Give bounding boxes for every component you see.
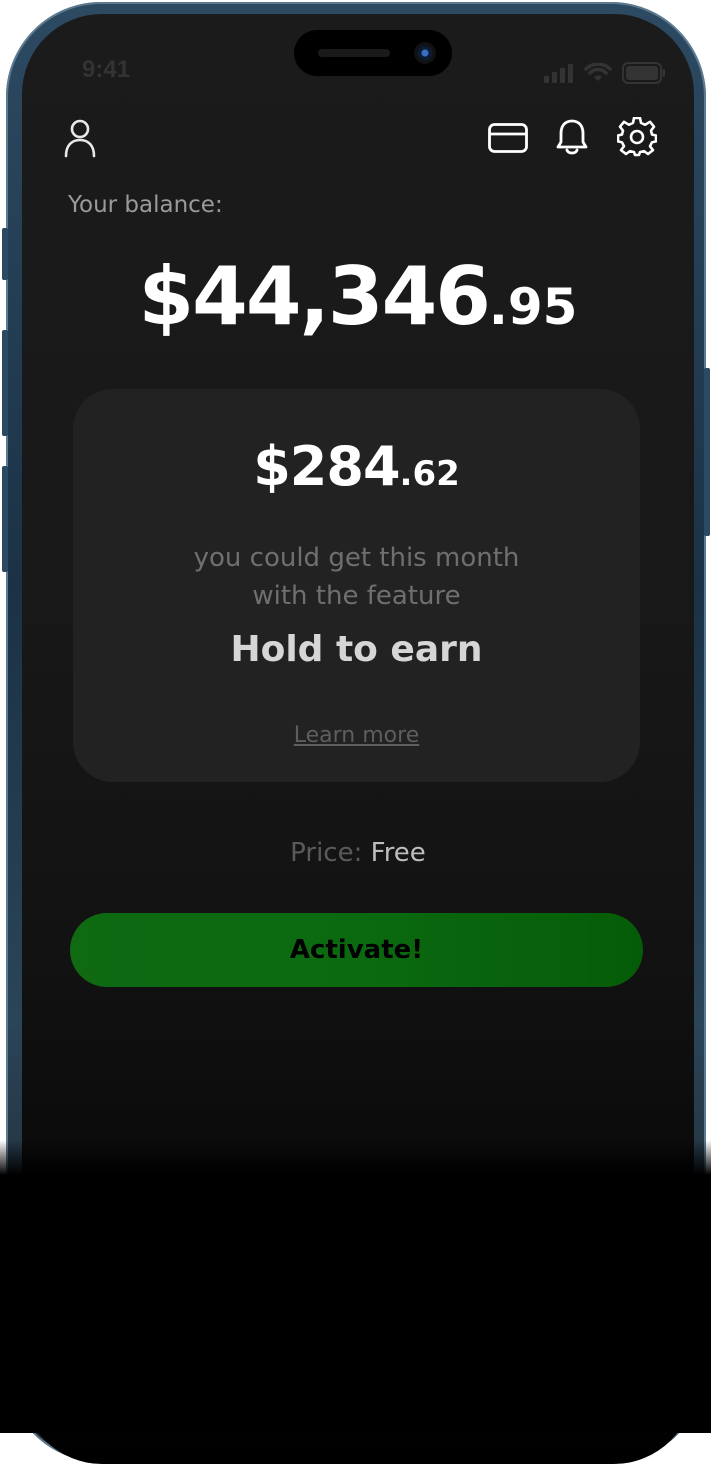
volume-up-button [2, 330, 8, 436]
volume-down-button [2, 466, 8, 572]
gear-icon [617, 117, 657, 157]
settings-button[interactable] [614, 114, 660, 160]
bottom-fade [0, 1140, 711, 1433]
earnings-main: $284 [253, 435, 400, 498]
dynamic-island [294, 30, 452, 76]
user-icon [64, 119, 96, 158]
action-button [2, 228, 8, 280]
price-label: Price: [290, 838, 363, 868]
earnings-promo-card: $284.62 you could get this month with th… [73, 389, 640, 782]
credit-card-icon [488, 123, 528, 153]
island-sensor [318, 49, 390, 57]
balance-main: $44,346 [138, 250, 491, 343]
front-camera [414, 42, 436, 64]
notifications-button[interactable] [550, 114, 594, 160]
battery-icon [622, 62, 665, 84]
description-line-1: you could get this month [193, 543, 520, 573]
status-time: 9:41 [82, 56, 131, 83]
learn-more-link[interactable]: Learn more [73, 723, 640, 748]
potential-earnings: $284.62 [73, 435, 640, 498]
earnings-cents: .62 [399, 454, 460, 494]
power-button [704, 368, 710, 536]
balance-cents: .95 [488, 278, 578, 336]
cellular-signal-icon [544, 64, 573, 83]
wifi-icon [584, 63, 612, 81]
price-value: Free [370, 838, 426, 868]
cards-button[interactable] [484, 116, 532, 160]
profile-button[interactable] [58, 116, 102, 160]
activate-button[interactable]: Activate! [70, 913, 643, 987]
balance-label: Your balance: [68, 192, 223, 218]
feature-name: Hold to earn [230, 629, 483, 670]
status-indicators [544, 62, 666, 84]
earnings-description: you could get this month with the featur… [73, 539, 640, 615]
price-info: Price: Free [22, 838, 694, 868]
description-line-2: with the feature [252, 581, 461, 611]
bell-icon [556, 119, 588, 155]
balance-amount: $44,346.95 [22, 250, 694, 343]
